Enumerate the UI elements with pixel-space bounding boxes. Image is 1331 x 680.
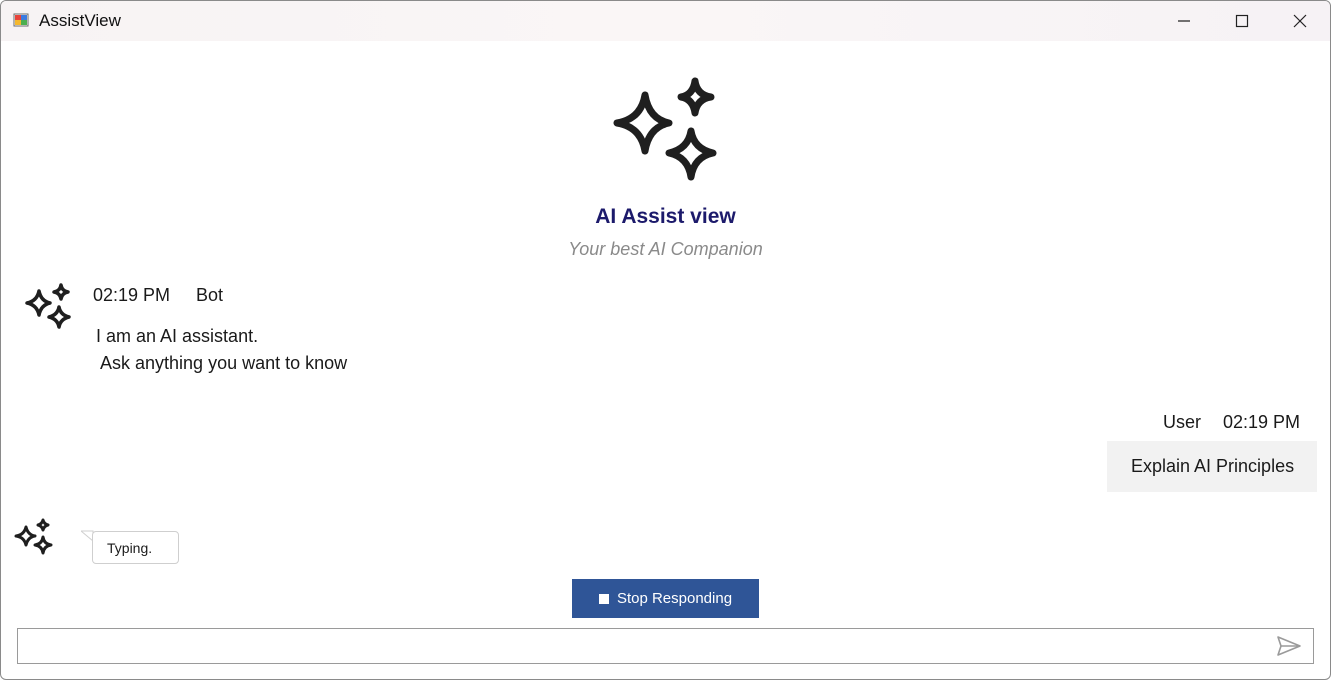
app-icon [13,13,29,27]
stop-responding-button[interactable]: Stop Responding [572,579,759,618]
bot-message-time: 02:19 PM [93,285,171,305]
window-title: AssistView [39,11,121,30]
bot-message-text: I am an AI assistant. Ask anything you w… [96,326,348,373]
title-bar[interactable]: AssistView [1,1,1330,41]
user-message-text: Explain AI Principles [1131,456,1295,476]
close-button[interactable] [1271,1,1329,41]
message-input[interactable] [26,633,1270,661]
send-icon[interactable] [1276,635,1302,657]
typing-avatar-icon [14,518,53,555]
user-message-bubble: Explain AI Principles [1107,441,1317,492]
minimize-icon [1178,20,1190,22]
stop-responding-label: Stop Responding [616,590,733,607]
bot-author-name: Bot [196,285,224,305]
assistview-window: AssistView AI Assist view Your best AI C… [0,0,1331,680]
message-input-container [17,628,1314,664]
typing-text: Typing. [107,539,153,556]
minimize-button[interactable] [1155,1,1213,41]
bot-avatar-icon [25,283,71,329]
maximize-icon [1235,14,1249,28]
stop-icon [598,593,609,604]
typing-indicator: Typing. [92,531,179,564]
header-subtitle: Your best AI Companion [568,239,763,259]
user-message-time: 02:19 PM [1223,412,1301,432]
user-author-name: User [1163,412,1202,432]
sparkles-icon [613,77,717,181]
maximize-button[interactable] [1213,1,1271,41]
close-icon [1293,14,1307,28]
header-title: AI Assist view [595,205,736,228]
